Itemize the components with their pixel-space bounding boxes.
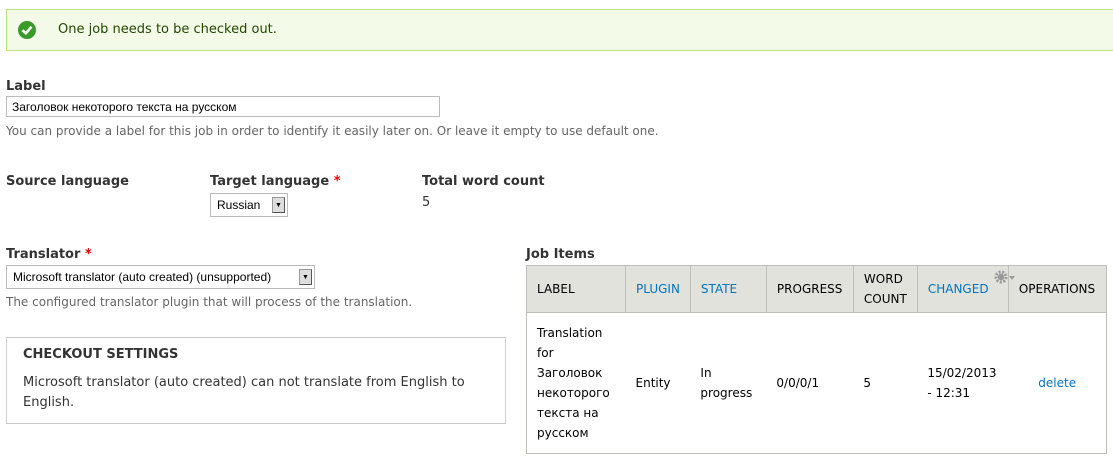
target-language-select[interactable]: Russian ▼ [210,193,288,217]
table-header-row: LABEL PLUGIN STATE PROGRESS WORD COUNT C… [526,265,1108,313]
cell-label: Translation for Заголовок некоторого тек… [526,312,626,454]
column-changed[interactable]: CHANGED [916,265,1015,313]
cell-operations: delete [1008,312,1108,454]
job-items-table: LABEL PLUGIN STATE PROGRESS WORD COUNT C… [526,265,1108,454]
cell-changed: 15/02/2013 - 12:31 [917,312,1009,454]
status-message: One job needs to be checked out. [6,9,1113,51]
target-language-label: Target language * [210,174,341,189]
required-mark: * [84,247,92,262]
checkout-settings-fieldset: CHECKOUT SETTINGS Microsoft translator (… [6,337,506,424]
cell-word-count: 5 [853,312,918,454]
checkout-settings-text: Microsoft translator (auto created) can … [23,375,465,410]
translator-label: Translator * [6,247,92,262]
label-input[interactable] [6,96,440,117]
translator-select[interactable]: Microsoft translator (auto created) (uns… [6,265,315,289]
column-operations: OPERATIONS [1007,265,1108,313]
sort-state-link[interactable]: STATE [701,282,737,296]
checkout-settings-title: CHECKOUT SETTINGS [23,347,179,362]
gear-icon[interactable] [994,270,1016,284]
target-language-value: Russian [217,198,261,212]
cell-progress: 0/0/0/1 [766,312,854,454]
delete-link[interactable]: delete [1038,376,1076,390]
column-word-count: WORD COUNT [852,265,918,313]
cell-state: In progress [690,312,767,454]
total-word-count-value: 5 [422,195,431,210]
label-field-label: Label [6,79,46,94]
status-message-text: One job needs to be checked out. [58,22,277,37]
sort-changed-link[interactable]: CHANGED [928,282,989,296]
cell-plugin: Entity [625,312,691,454]
column-plugin[interactable]: PLUGIN [625,265,691,313]
dropdown-arrow-icon: ▼ [272,197,285,213]
column-progress: PROGRESS [765,265,854,313]
target-language-text: Target language [210,174,330,189]
sort-plugin-link[interactable]: PLUGIN [636,282,680,296]
label-description: You can provide a label for this job in … [6,124,659,138]
column-state[interactable]: STATE [689,265,767,313]
job-items-title: Job Items [526,247,595,262]
table-row: Translation for Заголовок некоторого тек… [526,312,1108,454]
translator-label-text: Translator [6,247,81,262]
total-word-count-label: Total word count [422,174,545,189]
translator-description: The configured translator plugin that wi… [6,295,413,309]
required-mark: * [333,174,341,189]
dropdown-arrow-icon: ▼ [299,269,312,285]
column-label: LABEL [526,265,626,313]
check-circle-icon [18,21,36,39]
translator-value: Microsoft translator (auto created) (uns… [13,270,272,284]
source-language-label: Source language [6,174,129,189]
